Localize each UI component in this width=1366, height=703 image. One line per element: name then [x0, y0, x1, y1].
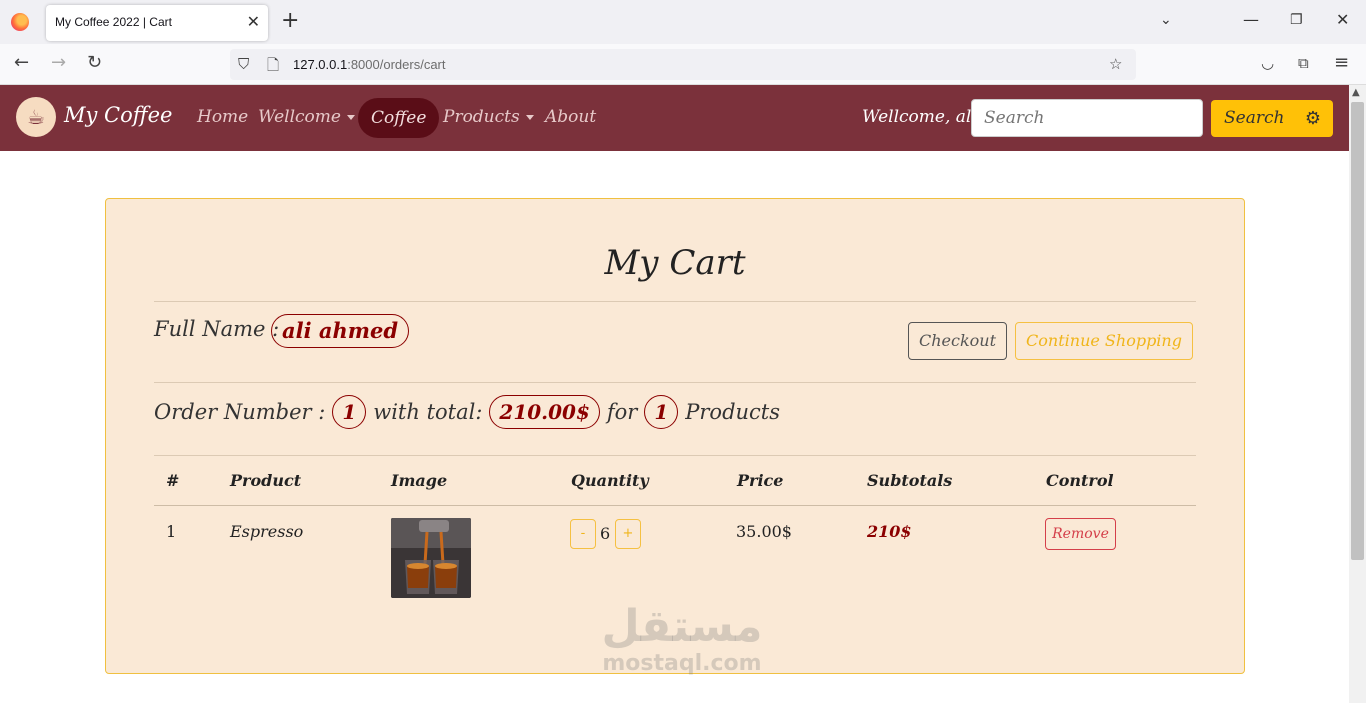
continue-shopping-button[interactable]: Continue Shopping [1015, 322, 1193, 360]
nav-wellcome-label: Wellcome [258, 107, 341, 127]
column-header-price: Price [737, 471, 784, 490]
bookmark-star-icon[interactable]: ☆ [1109, 55, 1122, 73]
restore-icon[interactable]: ❐ [1290, 10, 1303, 30]
product-count-badge: 1 [644, 395, 679, 429]
url-text[interactable]: 127.0.0.1:8000/orders/cart [293, 57, 446, 72]
coffee-cup-logo-icon[interactable]: ☕ [16, 97, 56, 137]
brand-name[interactable]: My Coffee [64, 103, 173, 127]
order-summary: Order Number : 1 with total: 210.00$ for… [154, 395, 780, 429]
tab-title: My Coffee 2022 | Cart [55, 15, 172, 29]
reload-icon[interactable]: ↻ [87, 53, 102, 73]
minimize-icon[interactable]: — [1243, 10, 1259, 30]
list-tabs-chevron-icon[interactable]: ⌄ [1160, 12, 1172, 28]
browser-tab-bar: My Coffee 2022 | Cart ✕ + ⌄ — ❐ ✕ [0, 0, 1366, 44]
checkout-button[interactable]: Checkout [908, 322, 1007, 360]
caret-down-icon [346, 115, 355, 120]
browser-toolbar: ← → ↻ ⛉ 🗋 127.0.0.1:8000/orders/cart ☆ ◡… [0, 44, 1366, 85]
row-subtotal: 210$ [867, 522, 912, 541]
page-icon[interactable]: 🗋 [267, 55, 279, 80]
quantity-increase-button[interactable]: + [615, 519, 641, 549]
nav-home[interactable]: Home [197, 107, 248, 127]
order-number-label: Order Number : [154, 400, 326, 424]
column-header-product: Product [230, 471, 302, 490]
welcome-user-text: Wellcome, ali [862, 107, 977, 127]
new-tab-icon[interactable]: + [281, 8, 299, 34]
page-scrollbar[interactable]: ▲ [1349, 85, 1366, 703]
order-total-badge: 210.00$ [489, 395, 600, 429]
column-header-index: # [166, 471, 180, 490]
divider [154, 382, 1196, 383]
nav-products-label: Products [443, 107, 520, 127]
full-name-badge: ali ahmed [271, 314, 410, 348]
browser-tab[interactable]: My Coffee 2022 | Cart ✕ [46, 5, 268, 41]
nav-products-dropdown[interactable]: Products [443, 107, 534, 127]
column-header-control: Control [1046, 471, 1114, 490]
scroll-up-arrow-icon[interactable]: ▲ [1352, 87, 1360, 98]
table-top-border [154, 455, 1196, 456]
gear-icon: ⚙ [1304, 108, 1321, 129]
scrollbar-thumb[interactable] [1351, 102, 1364, 560]
back-arrow-icon[interactable]: ← [14, 53, 29, 73]
search-input[interactable] [971, 99, 1203, 137]
quantity-decrease-button[interactable]: - [570, 519, 596, 549]
column-header-quantity: Quantity [571, 471, 649, 490]
with-total-label: with total: [373, 400, 483, 424]
row-index: 1 [166, 522, 177, 541]
column-header-image: Image [391, 471, 448, 490]
tab-close-icon[interactable]: ✕ [247, 12, 260, 32]
site-navbar: ☕ My Coffee Home Wellcome Coffee Product… [0, 85, 1349, 151]
order-number-badge: 1 [332, 395, 367, 429]
quantity-value: 6 [600, 524, 611, 543]
window-close-icon[interactable]: ✕ [1336, 10, 1349, 30]
extensions-icon[interactable]: ⧉ [1298, 53, 1309, 73]
caret-down-icon [525, 115, 534, 120]
pocket-icon[interactable]: ◡ [1261, 53, 1274, 73]
shield-icon[interactable]: ⛉ [238, 55, 249, 73]
address-bar[interactable]: ⛉ 🗋 127.0.0.1:8000/orders/cart ☆ [230, 49, 1136, 80]
row-product-name: Espresso [230, 522, 304, 541]
full-name-label: Full Name : [154, 317, 280, 341]
remove-item-button[interactable]: Remove [1045, 518, 1116, 550]
nav-wellcome-dropdown[interactable]: Wellcome [258, 107, 355, 127]
divider [154, 301, 1196, 302]
cart-card: My Cart Full Name : ali ahmed Checkout C… [105, 198, 1245, 674]
forward-arrow-icon[interactable]: → [51, 53, 66, 73]
nav-about[interactable]: About [545, 107, 596, 127]
row-price: 35.00$ [736, 522, 792, 541]
search-button[interactable]: Search ⚙ [1211, 100, 1333, 137]
nav-coffee[interactable]: Coffee [358, 98, 440, 138]
espresso-cups-image [391, 518, 471, 598]
products-label: Products [685, 400, 781, 424]
cart-title: My Cart [604, 243, 746, 283]
for-label: for [606, 400, 638, 424]
menu-icon[interactable]: ≡ [1334, 53, 1349, 73]
search-button-label: Search [1224, 108, 1285, 128]
column-header-subtotals: Subtotals [867, 471, 953, 490]
firefox-logo-icon [11, 13, 29, 31]
table-header-border [154, 505, 1196, 506]
